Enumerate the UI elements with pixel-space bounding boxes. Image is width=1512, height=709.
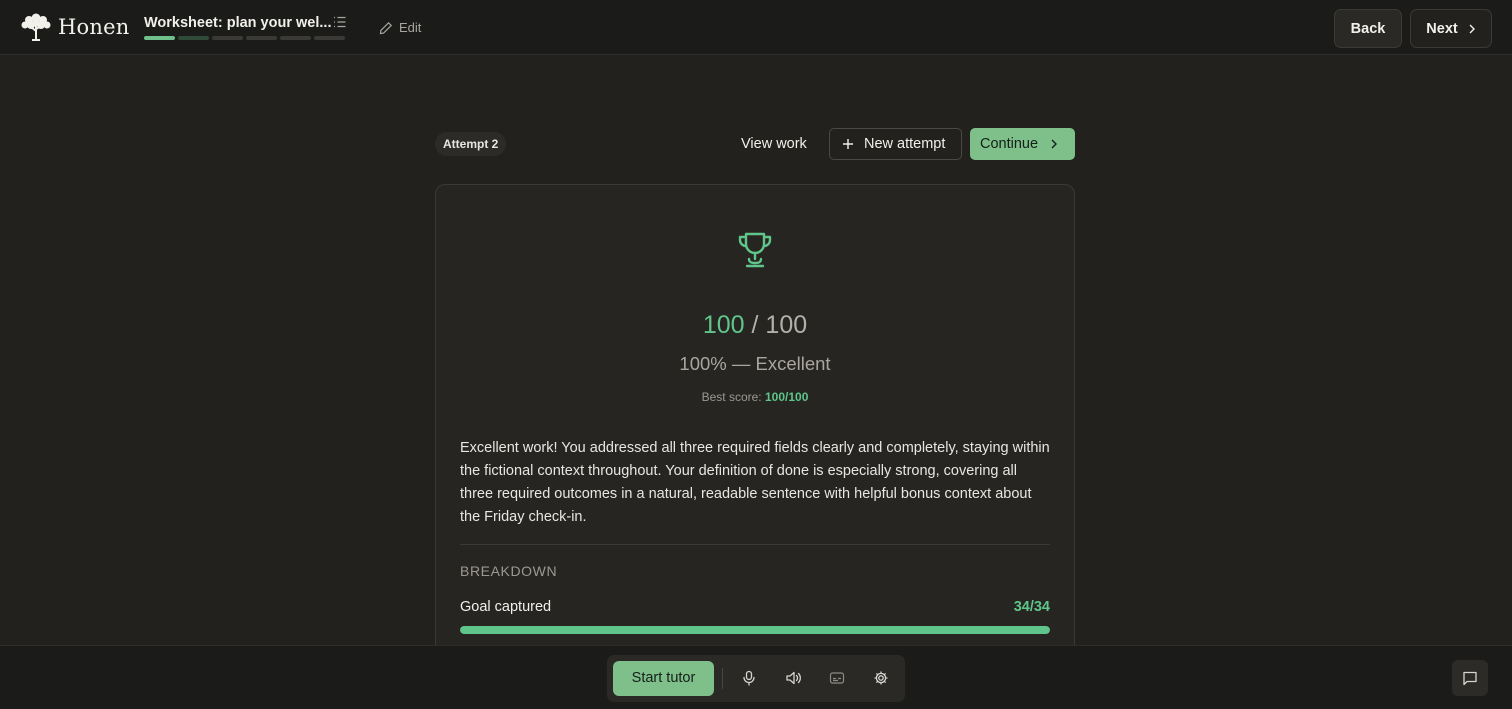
next-button[interactable]: Next [1410, 9, 1492, 48]
brand-name: Honen [58, 15, 130, 39]
edit-label: Edit [399, 20, 422, 35]
bottom-bar: Start tutor [0, 645, 1512, 709]
gear-icon[interactable] [871, 668, 891, 688]
result-card: 100 / 100 100% — Excellent Best score: 1… [435, 184, 1075, 654]
attempt-actions: Attempt 2 View work New attempt Continue [435, 128, 1075, 160]
best-score-label: Best score: [701, 390, 762, 404]
chevron-right-icon [1469, 24, 1475, 33]
top-bar: Honen Worksheet: plan your wel... Edit B… [0, 0, 1512, 55]
tree-logo-icon [21, 13, 51, 41]
chevron-right-icon [1051, 139, 1058, 149]
criterion-progress-bar [460, 626, 1050, 634]
progress-segment [212, 36, 243, 40]
plus-icon [843, 139, 853, 149]
pencil-icon [379, 21, 393, 34]
divider [460, 544, 1050, 545]
back-button[interactable]: Back [1334, 9, 1402, 48]
criterion-label: Goal captured [460, 599, 552, 615]
attempt-badge: Attempt 2 [435, 132, 507, 156]
chat-icon [1463, 671, 1477, 686]
score-separator: / [751, 311, 759, 339]
brand-logo[interactable]: Honen [20, 12, 129, 42]
tutor-dock: Start tutor [607, 655, 905, 702]
trophy-icon [735, 229, 775, 274]
next-label: Next [1426, 20, 1458, 37]
dock-divider [722, 668, 723, 689]
criterion-score: 34/34 [1013, 599, 1050, 615]
progress-segment [314, 36, 345, 40]
lesson-title[interactable]: Worksheet: plan your wel... [144, 15, 331, 31]
breakdown-heading: BREAKDOWN [460, 563, 558, 579]
new-attempt-button[interactable]: New attempt [829, 128, 962, 160]
lesson-progress [144, 36, 345, 40]
progress-segment [178, 36, 209, 40]
microphone-icon[interactable] [739, 668, 759, 688]
progress-segment [246, 36, 277, 40]
continue-button[interactable]: Continue [970, 128, 1075, 160]
captions-icon[interactable] [827, 668, 847, 688]
score-total: 100 [765, 311, 808, 339]
continue-label: Continue [980, 136, 1039, 152]
progress-segment [144, 36, 175, 40]
score-value: 100 [702, 311, 745, 339]
criterion-progress-fill [460, 626, 1050, 634]
new-attempt-label: New attempt [864, 136, 946, 152]
grade-label: 100% — Excellent [679, 353, 831, 374]
edit-button[interactable]: Edit [379, 20, 421, 35]
outline-list-icon[interactable] [333, 15, 347, 34]
back-label: Back [1350, 20, 1386, 37]
start-tutor-button[interactable]: Start tutor [613, 661, 714, 696]
speaker-icon[interactable] [783, 668, 803, 688]
best-score: Best score: 100/100 [436, 390, 1074, 404]
best-score-value: 100/100 [764, 390, 809, 404]
feedback-text: Excellent work! You addressed all three … [460, 440, 1050, 525]
score-display: 100 / 100 [436, 311, 1074, 340]
chat-button[interactable] [1452, 660, 1488, 696]
progress-segment [280, 36, 311, 40]
view-work-link[interactable]: View work [741, 136, 807, 152]
